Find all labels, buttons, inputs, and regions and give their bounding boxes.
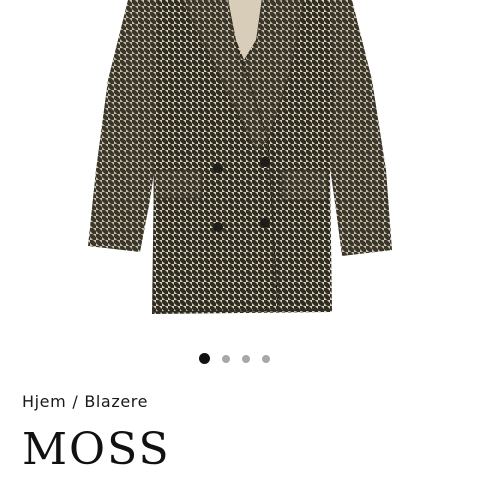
- product-page: Hjem / Blazere MOSS: [0, 0, 480, 480]
- carousel-dots: [0, 353, 474, 364]
- carousel-dot-3[interactable]: [241, 354, 250, 363]
- product-image[interactable]: [0, 0, 480, 330]
- breadcrumb: Hjem / Blazere: [22, 392, 148, 411]
- breadcrumb-category-link[interactable]: Blazere: [84, 392, 148, 411]
- brand-name[interactable]: MOSS: [22, 428, 171, 472]
- breadcrumb-home-link[interactable]: Hjem: [22, 392, 66, 411]
- carousel-dot-1[interactable]: [198, 353, 210, 364]
- carousel-dot-2[interactable]: [221, 354, 230, 363]
- carousel-dot-4[interactable]: [261, 354, 270, 363]
- breadcrumb-separator: /: [72, 392, 79, 411]
